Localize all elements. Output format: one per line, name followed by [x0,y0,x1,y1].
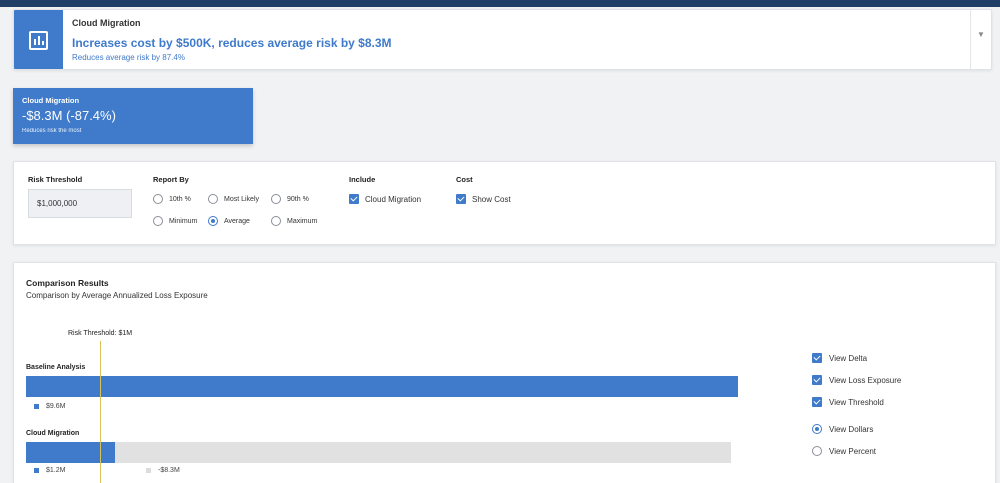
radio-button[interactable] [271,216,281,226]
include-item-label: Cloud Migration [365,194,422,204]
cloud-migration-value-label: $1.2M [46,467,66,474]
top-navigation-bar [0,0,1000,7]
category-label-baseline: Baseline Analysis [26,364,86,371]
checkbox-checked-icon[interactable] [349,194,359,204]
summary-tile-title: Cloud Migration [22,96,80,105]
report-by-maximum[interactable]: Maximum [271,216,317,226]
view-option-label: View Delta [829,353,868,363]
options-card: Risk Threshold $1,000,000 Report By 10th… [13,161,996,245]
include-cloud-migration-checkbox[interactable]: Cloud Migration [349,194,421,204]
report-by-label: Report By [153,175,189,184]
view-dollars-radio[interactable]: View Dollars [812,424,873,434]
report-by-90th-percentile[interactable]: 90th % [271,194,309,204]
header-headline: Increases cost by $500K, reduces average… [72,36,392,50]
chevron-down-icon[interactable]: ▼ [974,30,988,39]
risk-threshold-line [100,341,102,483]
report-by-option-label: Minimum [169,217,198,225]
cost-item-label: Show Cost [472,194,511,204]
risk-threshold-marker-label: Risk Threshold: $1M [68,330,133,337]
header-icon-block [14,10,63,69]
radio-button-selected[interactable] [208,216,218,226]
legend-swatch-delta [146,468,151,473]
view-option-label: View Dollars [829,424,874,434]
delta-value-label: -$8.3M [158,467,180,474]
legend-baseline-value: $9.6M [34,403,65,410]
report-by-10th-percentile[interactable]: 10th % [153,194,191,204]
report-by-option-label: Most Likely [224,195,260,203]
scenario-header-card[interactable]: Cloud Migration Increases cost by $500K,… [13,9,992,70]
comparison-results-card: Comparison Results Comparison by Average… [13,262,996,483]
radio-button[interactable] [812,446,822,456]
summary-tile-value: -$8.3M (-87.4%) [22,108,116,123]
legend-swatch [34,404,39,409]
checkbox-checked-icon[interactable] [812,397,822,407]
header-title: Cloud Migration [72,18,141,28]
radio-button[interactable] [208,194,218,204]
view-option-label: View Threshold [829,397,884,407]
cost-label: Cost [456,175,473,184]
results-subtitle: Comparison by Average Annualized Loss Ex… [26,291,208,300]
legend-delta-value: -$8.3M [146,467,180,474]
header-divider [970,10,971,69]
results-title: Comparison Results [26,278,109,288]
bar-cloud-migration-delta [115,442,731,463]
risk-threshold-value: $1,000,000 [37,199,78,208]
bar-chart-icon [29,31,48,50]
checkbox-checked-icon[interactable] [812,375,822,385]
radio-button[interactable] [271,194,281,204]
report-by-most-likely[interactable]: Most Likely [208,194,259,204]
view-option-label: View Percent [829,446,876,456]
legend-cloud-migration-value: $1.2M [34,467,65,474]
radio-button[interactable] [153,194,163,204]
legend-swatch [34,468,39,473]
risk-threshold-input[interactable]: $1,000,000 [28,189,132,218]
bar-baseline-loss-exposure [26,376,738,397]
report-by-average[interactable]: Average [208,216,250,226]
report-by-option-label: Average [224,217,250,225]
view-delta-checkbox[interactable]: View Delta [812,353,867,363]
summary-tile-caption: Reduces risk the most [22,128,82,134]
view-threshold-checkbox[interactable]: View Threshold [812,397,884,407]
risk-threshold-label: Risk Threshold [28,175,83,184]
header-subline: Reduces average risk by 87.4% [72,53,185,62]
view-option-label: View Loss Exposure [829,375,902,385]
category-label-cloud-migration: Cloud Migration [26,430,80,437]
radio-button-selected[interactable] [812,424,822,434]
view-loss-exposure-checkbox[interactable]: View Loss Exposure [812,375,901,385]
summary-tile[interactable]: Cloud Migration -$8.3M (-87.4%) Reduces … [13,88,253,144]
include-label: Include [349,175,376,184]
report-by-minimum[interactable]: Minimum [153,216,197,226]
report-by-option-label: 90th % [287,195,309,203]
bar-cloud-migration-loss-exposure [26,442,115,463]
show-cost-checkbox[interactable]: Show Cost [456,194,511,204]
baseline-value-label: $9.6M [46,403,66,410]
report-by-option-label: Maximum [287,217,318,225]
checkbox-checked-icon[interactable] [456,194,466,204]
radio-button[interactable] [153,216,163,226]
view-percent-radio[interactable]: View Percent [812,446,876,456]
checkbox-checked-icon[interactable] [812,353,822,363]
report-by-option-label: 10th % [169,195,191,203]
